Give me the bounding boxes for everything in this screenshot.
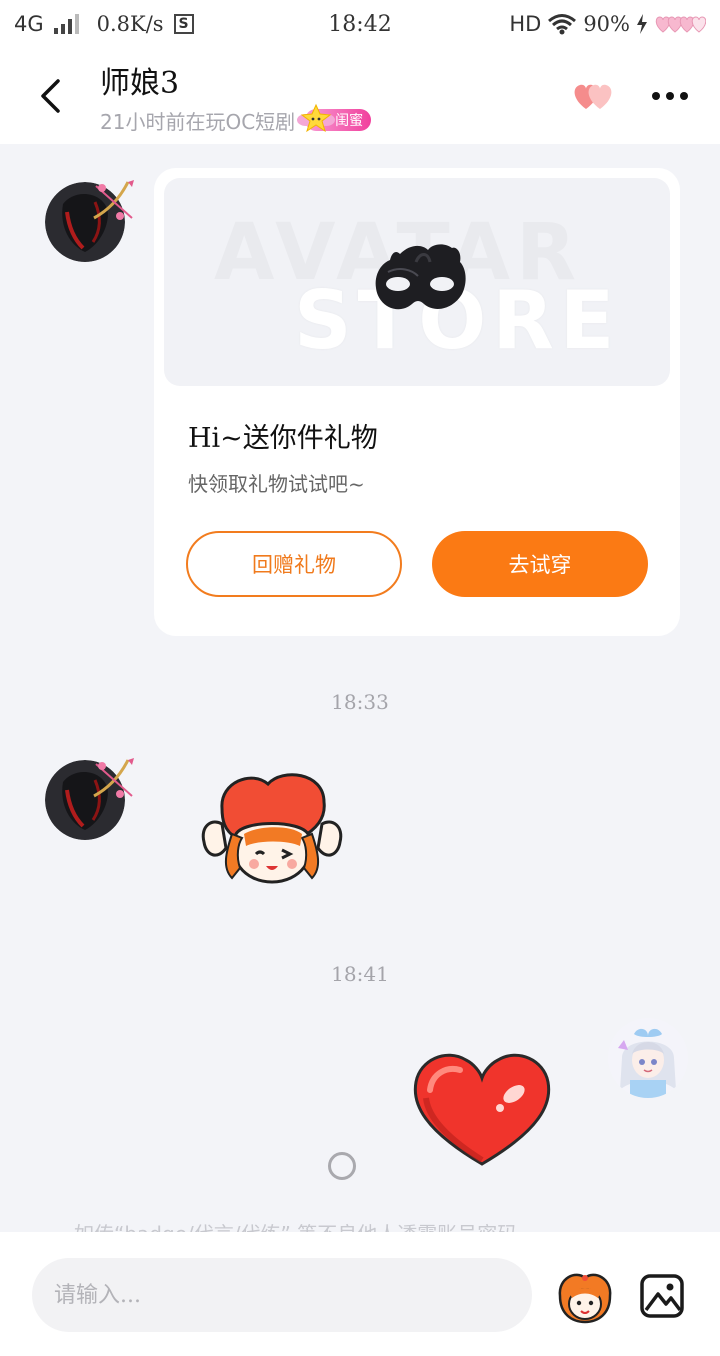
heart-girl-sticker[interactable] (196, 768, 348, 888)
contact-info[interactable]: 师娘3 21小时前在玩OC短剧 闺蜜 (100, 58, 372, 135)
sim-icon: S (173, 14, 194, 34)
network-speed: 0.8K/s (96, 12, 164, 36)
status-bar: 4G 0.8K/s S 18:42 HD 90% (0, 0, 720, 48)
cupid-bow-decoration-icon (93, 180, 134, 220)
relationship-badge: 闺蜜 (297, 103, 372, 133)
image-picker-button[interactable] (638, 1272, 686, 1320)
gift-title: Hi~送你件礼物 (188, 423, 378, 454)
try-on-button[interactable]: 去试穿 (432, 531, 648, 597)
input-bar (0, 1232, 720, 1356)
gift-card[interactable]: AVATAR STORE Hi~送你件礼物 快领取礼物试试吧~ 回赠礼物 去试穿 (154, 168, 680, 636)
charging-icon (637, 14, 647, 34)
back-button[interactable] (0, 48, 100, 144)
more-options-button[interactable] (652, 92, 688, 100)
wifi-icon (548, 14, 577, 35)
timestamp: 18:33 (331, 690, 389, 714)
network-label: 4G (14, 12, 44, 36)
contact-name: 师娘3 (100, 65, 180, 101)
sending-spinner-icon (328, 1152, 356, 1180)
signal-icon (53, 14, 79, 34)
heart-battery-icon (655, 16, 706, 33)
back-arrow-icon (41, 79, 60, 113)
black-mask-icon (375, 244, 466, 310)
chat-area[interactable]: AVATAR STORE Hi~送你件礼物 快领取礼物试试吧~ 回赠礼物 去试穿… (0, 144, 720, 1234)
my-avatar[interactable] (608, 1018, 688, 1098)
battery-percent: 90% (583, 12, 630, 36)
hd-label: HD (509, 12, 542, 36)
message-input[interactable] (32, 1258, 532, 1332)
gift-banner: AVATAR STORE (164, 178, 670, 386)
intimacy-hearts-icon[interactable] (570, 79, 618, 113)
cupid-bow-decoration-icon (93, 758, 134, 798)
gift-subtitle: 快领取礼物试试吧~ (188, 472, 365, 496)
star-wings-icon (297, 103, 336, 133)
return-gift-button[interactable]: 回赠礼物 (186, 531, 402, 597)
badge-label: 闺蜜 (335, 113, 364, 129)
red-heart-sticker[interactable] (410, 1050, 554, 1170)
contact-status: 21小时前在玩OC短剧 (100, 109, 296, 134)
timestamp: 18:41 (331, 962, 389, 986)
chat-header: 师娘3 21小时前在玩OC短剧 闺蜜 (0, 48, 720, 144)
emoji-sticker-button[interactable] (554, 1270, 616, 1324)
